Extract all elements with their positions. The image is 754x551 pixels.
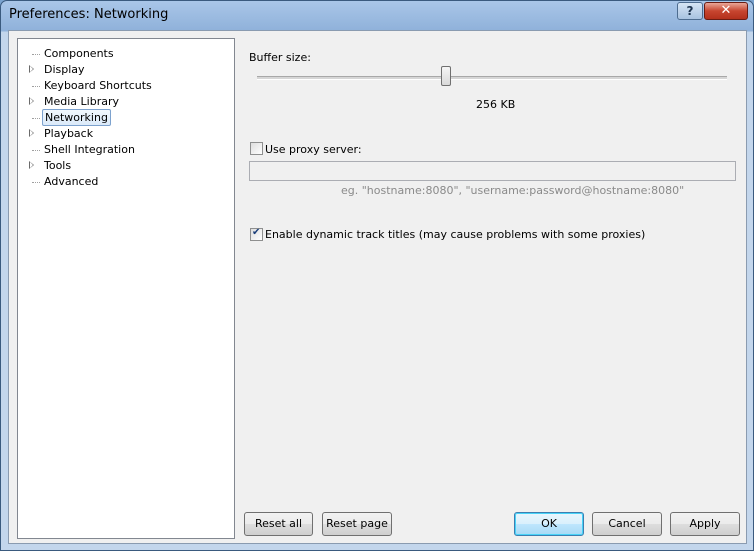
buffer-size-label: Buffer size: [249, 51, 311, 64]
expand-arrow-icon[interactable] [29, 97, 34, 105]
tree-item-label: Display [44, 63, 85, 76]
tree-item-label: Components [44, 47, 114, 60]
tree-item-label: Keyboard Shortcuts [44, 79, 152, 92]
proxy-server-input[interactable] [249, 161, 736, 181]
cancel-button[interactable]: Cancel [592, 512, 662, 536]
tree-item-label: Tools [44, 159, 72, 172]
buffer-size-slider-track[interactable] [257, 76, 727, 80]
help-button[interactable]: ? [677, 2, 703, 20]
expand-arrow-icon[interactable] [29, 161, 34, 169]
networking-page: Buffer size: 256 KB Use proxy server: eg… [245, 31, 745, 543]
preferences-window: Preferences: Networking ? ✕ Components D… [0, 0, 754, 551]
dynamic-titles-label[interactable]: Enable dynamic track titles (may cause p… [265, 228, 645, 241]
reset-all-button[interactable]: Reset all [244, 512, 313, 536]
expand-arrow-icon[interactable] [29, 129, 34, 137]
title-bar: Preferences: Networking ? ✕ [1, 1, 753, 30]
dynamic-titles-checkbox[interactable] [250, 227, 263, 241]
close-button[interactable]: ✕ [704, 2, 748, 20]
use-proxy-label[interactable]: Use proxy server: [265, 143, 362, 156]
tree-item-label: Advanced [44, 175, 99, 188]
preferences-tree: Components Display Keyboard Shortcuts Me… [17, 38, 235, 539]
dialog-client-area: Components Display Keyboard Shortcuts Me… [8, 30, 747, 544]
proxy-hint-text: eg. "hostname:8080", "username:password@… [341, 184, 685, 197]
expand-arrow-icon[interactable] [29, 65, 34, 73]
tree-item-label: Networking [42, 109, 111, 126]
buffer-size-slider-thumb[interactable] [441, 66, 451, 86]
apply-button[interactable]: Apply [670, 512, 740, 536]
buffer-size-value: 256 KB [476, 98, 516, 111]
use-proxy-checkbox[interactable] [250, 142, 263, 155]
tree-item-label: Playback [44, 127, 94, 140]
ok-button[interactable]: OK [514, 512, 584, 536]
reset-page-button[interactable]: Reset page [322, 512, 392, 536]
tree-item-label: Shell Integration [44, 143, 135, 156]
tree-item-label: Media Library [44, 95, 119, 108]
window-title: Preferences: Networking [9, 7, 169, 22]
